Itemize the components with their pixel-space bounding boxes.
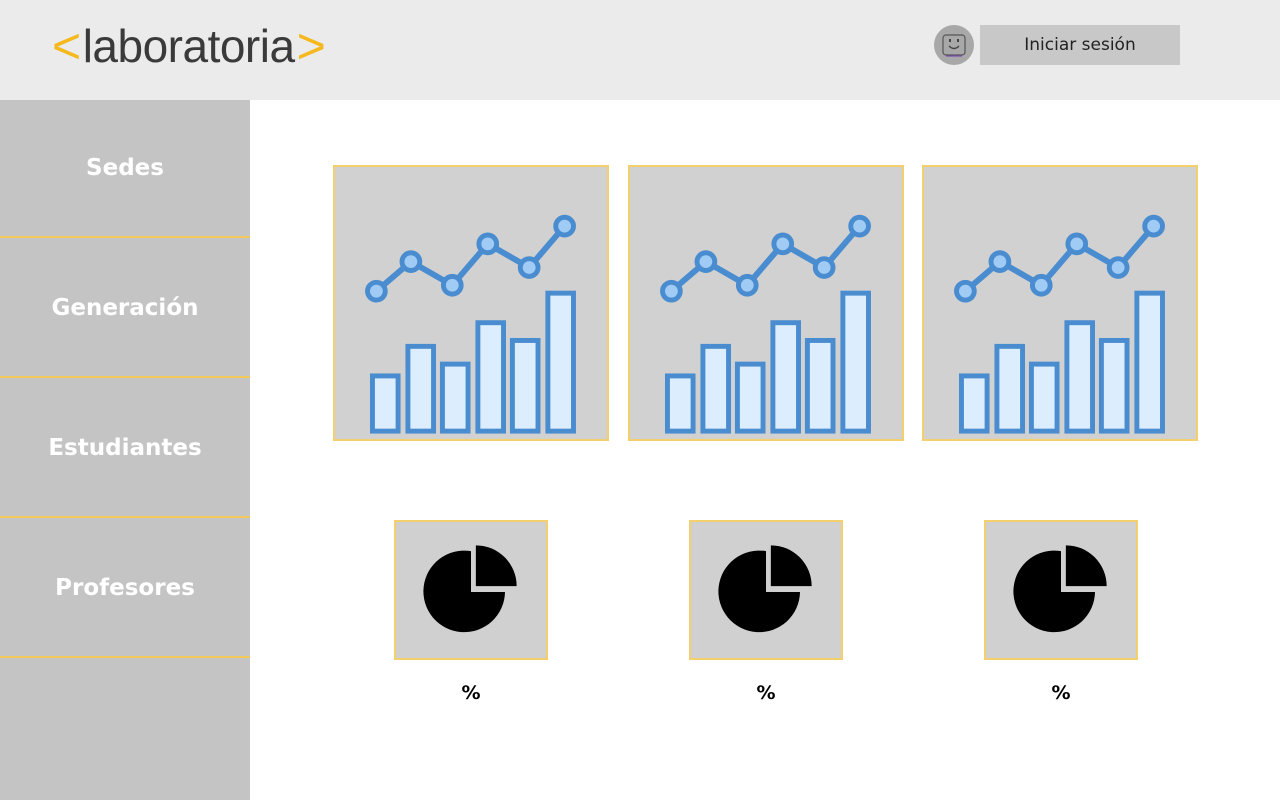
logo-left-bracket: <	[52, 18, 81, 74]
laboratoria-logo[interactable]: < laboratoria >	[52, 18, 326, 74]
sidebar-item-estudiantes[interactable]: Estudiantes	[0, 380, 250, 518]
sidebar-item-empty[interactable]	[0, 660, 250, 800]
pie-card-2[interactable]	[689, 520, 843, 660]
pie-percent-label-3: %	[1051, 682, 1071, 704]
login-button[interactable]: Iniciar sesión	[980, 25, 1180, 65]
avatar[interactable]	[934, 25, 974, 65]
pie-card-1[interactable]	[394, 520, 548, 660]
bar-line-chart-icon	[954, 214, 1165, 434]
bar-line-chart-icon	[660, 214, 871, 434]
sidebar-item-label: Sedes	[86, 155, 164, 181]
pie-percent-label-1: %	[461, 682, 481, 704]
logo-right-bracket: >	[296, 18, 326, 74]
bar-line-chart-icon	[365, 214, 576, 434]
pie-card-3[interactable]	[984, 520, 1138, 660]
chart-card-3[interactable]	[922, 165, 1198, 441]
chart-card-2[interactable]	[628, 165, 904, 441]
pie-chart-icon	[423, 545, 517, 633]
pie-chart-icon	[1013, 545, 1107, 633]
smiley-face-icon	[942, 34, 966, 57]
sidebar-item-generacion[interactable]: Generación	[0, 240, 250, 378]
sidebar-item-sedes[interactable]: Sedes	[0, 100, 250, 238]
header: < laboratoria > Iniciar sesión	[0, 0, 1280, 100]
sidebar-item-label: Generación	[51, 295, 199, 321]
chart-card-1[interactable]	[333, 165, 609, 441]
sidebar-item-label: Profesores	[55, 575, 195, 601]
sidebar: Sedes Generación Estudiantes Profesores	[0, 100, 250, 800]
logo-word: laboratoria	[82, 20, 295, 72]
pie-chart-icon	[718, 545, 812, 633]
pie-percent-label-2: %	[756, 682, 776, 704]
sidebar-item-label: Estudiantes	[48, 435, 202, 461]
sidebar-item-profesores[interactable]: Profesores	[0, 520, 250, 658]
